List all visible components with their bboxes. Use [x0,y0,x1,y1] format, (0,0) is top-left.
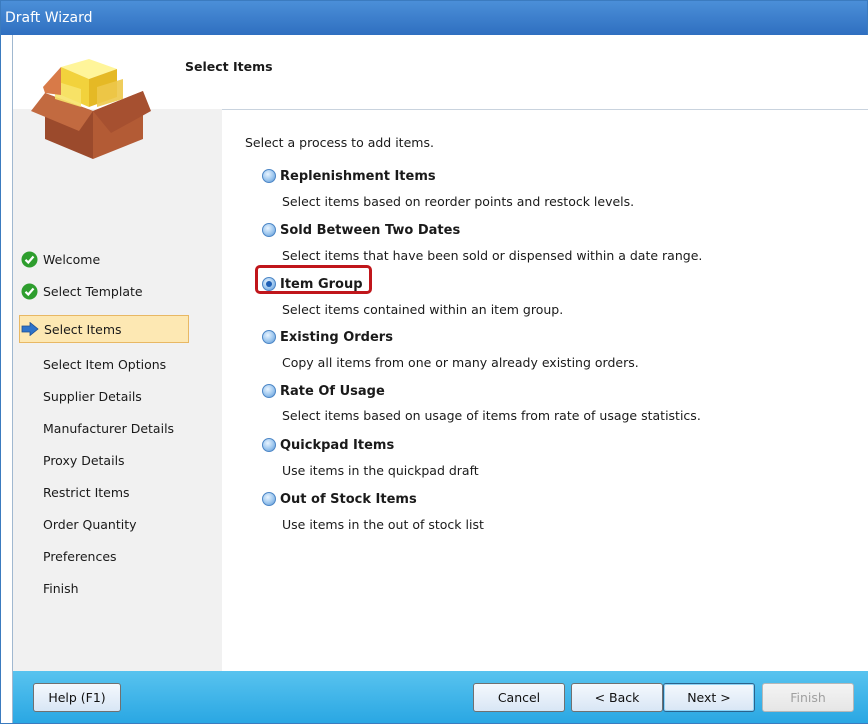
radio-button[interactable] [262,223,276,237]
option-label: Replenishment Items [280,168,436,184]
option-sold-between-two-dates[interactable]: Sold Between Two Dates [262,219,460,241]
radio-button[interactable] [262,438,276,452]
option-description: Use items in the out of stock list [282,517,484,532]
back-button[interactable]: < Back [571,683,663,712]
option-quickpad-items[interactable]: Quickpad Items [262,434,394,456]
step-proxy-details[interactable]: Proxy Details [19,446,189,474]
wizard-body: Select Items Welcome Select Template Sel… [12,35,868,723]
option-label: Rate Of Usage [280,383,385,399]
step-label: Select Item Options [43,356,167,372]
step-select-item-options[interactable]: Select Item Options [19,350,189,378]
step-welcome[interactable]: Welcome [19,245,189,273]
options-panel: Select a process to add items. Replenish… [222,110,868,671]
package-box-icon [31,59,151,159]
option-item-group[interactable]: Item Group [262,273,363,295]
step-label: Manufacturer Details [43,420,175,436]
instruction-text: Select a process to add items. [245,135,434,150]
option-description: Use items in the quickpad draft [282,463,479,478]
step-label: Welcome [43,251,101,267]
step-select-items[interactable]: Select Items [19,315,189,343]
step-select-template[interactable]: Select Template [19,277,189,305]
option-replenishment-items[interactable]: Replenishment Items [262,165,436,187]
option-description: Select items based on usage of items fro… [282,408,701,423]
radio-button[interactable] [262,384,276,398]
radio-button[interactable] [262,330,276,344]
step-label: Select Template [43,283,143,299]
option-description: Select items based on reorder points and… [282,194,635,209]
option-description: Select items that have been sold or disp… [282,248,703,263]
step-label: Supplier Details [43,388,142,404]
wizard-footer: Help (F1) Cancel < Back Next > Finish [13,671,868,723]
wizard-steps-sidebar: Welcome Select Template Select Items Sel… [13,59,222,671]
page-title: Select Items [185,59,273,74]
step-finish[interactable]: Finish [19,574,189,602]
option-description: Select items contained within an item gr… [282,302,564,317]
next-button[interactable]: Next > [663,683,755,712]
option-existing-orders[interactable]: Existing Orders [262,326,393,348]
help-button[interactable]: Help (F1) [33,683,121,712]
step-supplier-details[interactable]: Supplier Details [19,382,189,410]
step-label: Finish [43,580,79,596]
option-description: Copy all items from one or many already … [282,355,639,370]
draft-wizard-window: Draft Wizard Select Items Welcome Select… [0,0,868,724]
step-preferences[interactable]: Preferences [19,542,189,570]
option-rate-of-usage[interactable]: Rate Of Usage [262,380,385,402]
step-restrict-items[interactable]: Restrict Items [19,478,189,506]
option-label: Item Group [280,276,363,292]
step-manufacturer-details[interactable]: Manufacturer Details [19,414,189,442]
option-label: Sold Between Two Dates [280,222,461,238]
radio-button-selected[interactable] [262,277,276,291]
option-label: Existing Orders [280,329,393,345]
arrow-right-icon [20,319,40,339]
step-label: Proxy Details [43,452,125,468]
check-circle-icon [19,249,39,269]
option-label: Out of Stock Items [280,491,417,507]
radio-button[interactable] [262,492,276,506]
option-label: Quickpad Items [280,437,395,453]
title-bar: Draft Wizard [1,1,867,35]
check-circle-icon [19,281,39,301]
step-order-quantity[interactable]: Order Quantity [19,510,189,538]
radio-button[interactable] [262,169,276,183]
cancel-button[interactable]: Cancel [473,683,565,712]
step-label: Preferences [43,548,117,564]
step-label: Order Quantity [43,516,137,532]
step-label: Restrict Items [43,484,130,500]
step-label: Select Items [44,321,122,337]
option-out-of-stock-items[interactable]: Out of Stock Items [262,488,417,510]
finish-button[interactable]: Finish [762,683,854,712]
